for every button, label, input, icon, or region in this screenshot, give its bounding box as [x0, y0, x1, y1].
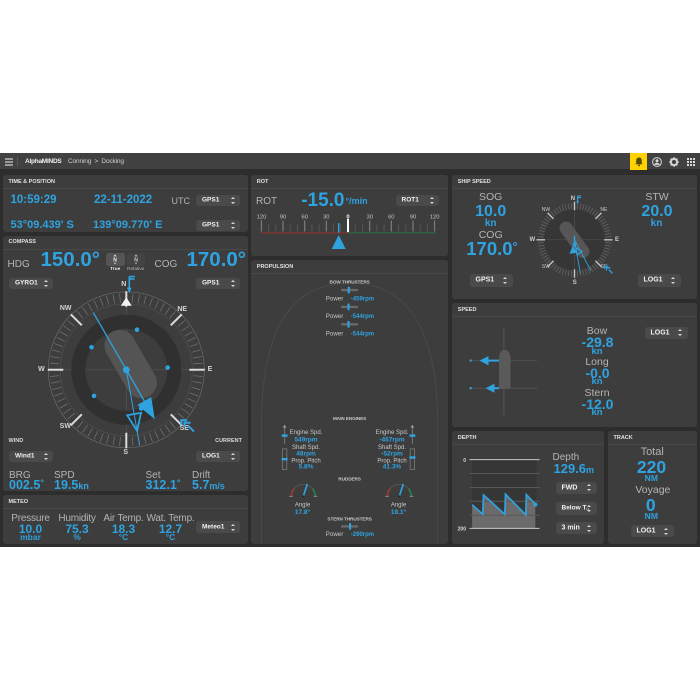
- svg-text:48rpm: 48rpm: [297, 451, 317, 458]
- svg-text:18.1°: 18.1°: [391, 508, 407, 516]
- svg-text:60: 60: [302, 215, 308, 221]
- svg-text:-467rpm: -467rpm: [380, 437, 406, 444]
- svg-text:-544rpm: -544rpm: [351, 314, 374, 320]
- svg-text:Engine Spd.: Engine Spd.: [290, 430, 323, 436]
- svg-text:5.8%: 5.8%: [299, 464, 314, 471]
- svg-text:17.8°: 17.8°: [295, 508, 311, 516]
- svg-text:-52rpm: -52rpm: [381, 451, 403, 458]
- svg-text:60: 60: [388, 215, 394, 221]
- svg-text:Angle: Angle: [295, 503, 311, 509]
- svg-text:Power: Power: [326, 531, 344, 538]
- svg-text:549rpm: 549rpm: [295, 437, 318, 444]
- svg-text:-290rpm: -290rpm: [351, 532, 374, 538]
- svg-text:120: 120: [257, 215, 267, 221]
- svg-text:Power: Power: [326, 330, 344, 337]
- svg-text:Power: Power: [326, 313, 344, 320]
- svg-text:90: 90: [280, 215, 286, 221]
- svg-text:-459rpm: -459rpm: [351, 297, 374, 303]
- svg-text:MAIN ENGINES: MAIN ENGINES: [333, 416, 366, 421]
- svg-text:30: 30: [367, 215, 373, 221]
- svg-text:200: 200: [458, 527, 467, 533]
- svg-text:30: 30: [323, 215, 329, 221]
- svg-text:90: 90: [410, 215, 416, 221]
- svg-text:-544rpm: -544rpm: [351, 331, 374, 337]
- svg-text:120: 120: [430, 215, 440, 221]
- svg-text:41.3%: 41.3%: [383, 464, 402, 471]
- svg-text:Engine Spd.: Engine Spd.: [376, 430, 409, 436]
- svg-text:RUDDERS: RUDDERS: [339, 477, 361, 482]
- svg-text:Angle: Angle: [391, 503, 407, 509]
- svg-text:0: 0: [464, 458, 467, 464]
- svg-text:Power: Power: [326, 296, 344, 303]
- svg-text:STERN THRUSTERS: STERN THRUSTERS: [328, 517, 372, 522]
- svg-text:BOW THRUSTERS: BOW THRUSTERS: [330, 280, 370, 285]
